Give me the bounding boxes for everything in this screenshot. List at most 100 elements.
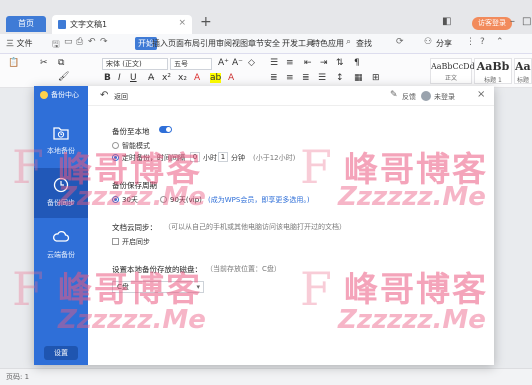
style-normal[interactable]: AaBbCcDd 正文 [430,58,475,84]
redo-icon[interactable]: ↷ [100,37,108,47]
borders-icon[interactable]: ⊞ [372,73,380,83]
align-left-icon[interactable]: ≣ [270,73,278,83]
bold-icon[interactable]: B [104,73,111,83]
numbering-icon[interactable]: ≡ [286,58,294,68]
backup-local-toggle[interactable] [159,126,172,133]
print-icon[interactable]: ⎙ [76,37,83,47]
search-icon[interactable]: ⌕ [346,37,351,47]
font-color-icon[interactable]: A [194,73,200,83]
skin-icon[interactable]: ◧ [442,16,451,27]
indent-decrease-icon[interactable]: ⇤ [304,58,312,68]
indent-increase-icon[interactable]: ⇥ [320,58,328,68]
sort-icon[interactable]: ⇅ [336,58,344,68]
line-spacing-icon[interactable]: ↕ [336,73,344,83]
underline-icon[interactable]: U [130,73,137,83]
save-icon[interactable]: 🖫 [52,37,60,53]
storage-current-hint: （当前存放位置：C盘） [206,265,281,273]
hours-input[interactable]: 0 [190,152,200,162]
share-button[interactable]: 分享 [436,38,452,49]
chevron-down-icon: ▾ [196,283,200,291]
shading-icon[interactable]: ▦ [354,73,363,83]
menu-view[interactable]: 视图 [232,38,248,49]
strikethrough-icon[interactable]: A̶ [148,73,154,83]
share-icon[interactable]: ⚇ [424,37,432,47]
smart-mode-radio[interactable] [112,142,119,149]
menu-review[interactable]: 审阅 [216,38,232,49]
vip-hint-link[interactable]: (成为WPS会员，即享更多选用。) [208,195,310,205]
clear-format-icon[interactable]: ◇ [248,58,255,68]
collapse-ribbon-icon[interactable]: ⌃ [496,37,504,47]
minutes-input[interactable]: 1 [218,152,228,162]
ribbon-toolbar: 📋 ✂ ⧉ 🖌 宋体 (正文) 五号 A⁺ A⁻ ◇ B I U A̶ x² x… [0,54,532,88]
close-tab-icon[interactable]: × [178,18,186,28]
menu-references[interactable]: 引用 [200,38,216,49]
sidebar-item-local-backup[interactable]: 本地备份 [34,116,88,166]
font-size-select[interactable]: 五号 [170,58,212,70]
more-icon[interactable]: ⋮ [466,37,475,47]
align-right-icon[interactable]: ≣ [302,73,310,83]
undo-icon[interactable]: ↶ [88,37,96,47]
menu-security[interactable]: 安全 [264,38,280,49]
italic-icon[interactable]: I [118,73,121,83]
settings-button[interactable]: 设置 [44,346,78,360]
menu-insert[interactable]: 插入 [152,38,168,49]
retention-90-radio[interactable] [160,196,167,203]
user-status[interactable]: 未登录 [434,92,455,102]
justify-icon[interactable]: ☰ [318,73,326,83]
drive-select[interactable]: C盘 ▾ [112,281,204,293]
menu-developer[interactable]: 开发工具 [282,38,314,49]
feedback-button[interactable]: 反馈 [402,92,416,102]
sidebar-item-backup-sync[interactable]: 备份同步 [34,168,88,218]
retention-30-radio[interactable] [112,196,119,203]
menu-featured[interactable]: 特色应用 [312,38,344,49]
backup-center-logo-icon [40,91,48,99]
avatar[interactable] [421,91,431,101]
minimize-icon[interactable]: – [510,16,515,27]
search-menu[interactable]: 查找 [356,38,372,49]
folder-icon[interactable]: ▭ [64,37,73,47]
menu-bar: 三 文件 🖫 ▭ ⎙ ↶ ↷ 开始 插入 页面布局 引用 审阅 视图 章节 安全… [0,34,532,54]
superscript-icon[interactable]: x² [162,73,171,83]
paste-icon[interactable]: 📋 [8,58,19,68]
shrink-font-icon[interactable]: A⁻ [232,58,243,68]
file-menu[interactable]: 三 文件 [6,38,33,49]
style-heading-1[interactable]: AaBb 标题 1 [474,58,512,84]
subscript-icon[interactable]: x₂ [178,73,187,83]
timed-backup-radio[interactable] [112,154,119,161]
hours-unit: 小时 [203,154,217,162]
maximize-icon[interactable]: □ [522,16,531,27]
style-normal-label: 正文 [444,75,457,82]
close-icon[interactable]: × [477,89,485,100]
align-center-icon[interactable]: ≡ [286,73,294,83]
smart-mode-label: 智能模式 [122,142,150,150]
format-painter-icon[interactable]: 🖌 [58,72,69,82]
sidebar-item-cloud-backup[interactable]: 云端备份 [34,220,88,270]
bullets-icon[interactable]: ☰ [270,58,278,68]
highlight-icon[interactable]: ab [210,73,222,83]
grow-font-icon[interactable]: A⁺ [218,58,229,68]
sidebar-item-cloud-backup-label: 云端备份 [47,251,75,259]
enable-sync-checkbox[interactable] [112,238,119,245]
menu-page-layout[interactable]: 页面布局 [168,38,200,49]
feedback-icon[interactable]: ✎ [390,90,398,100]
guest-login-button[interactable]: 访客登录 [472,17,512,30]
style-heading-2[interactable]: AaBbA 标题 2 [514,58,532,84]
tab-home[interactable]: 首页 [6,16,46,32]
sync-icon[interactable]: ⟳ [396,37,404,47]
cut-icon[interactable]: ✂ [40,58,48,68]
back-arrow-icon[interactable]: ↶ [100,90,108,101]
timed-backup-label: 定时备份，时间间隔 [122,154,185,162]
document-icon [58,20,66,29]
help-icon[interactable]: ? [480,37,485,47]
text-effect-icon[interactable]: A [228,73,234,83]
copy-icon[interactable]: ⧉ [58,58,64,68]
tab-document[interactable]: 文字文稿1 × [52,15,192,34]
new-tab-button[interactable]: + [200,14,212,30]
back-button[interactable]: 返回 [114,92,128,102]
menu-chapter[interactable]: 章节 [248,38,264,49]
font-name-select[interactable]: 宋体 (正文) [102,58,168,70]
style-heading-2-sample: AaBbA [515,60,531,73]
status-bar: 页码: 1 [0,368,532,385]
drive-select-value: C盘 [117,283,129,291]
show-marks-icon[interactable]: ¶ [354,58,360,68]
